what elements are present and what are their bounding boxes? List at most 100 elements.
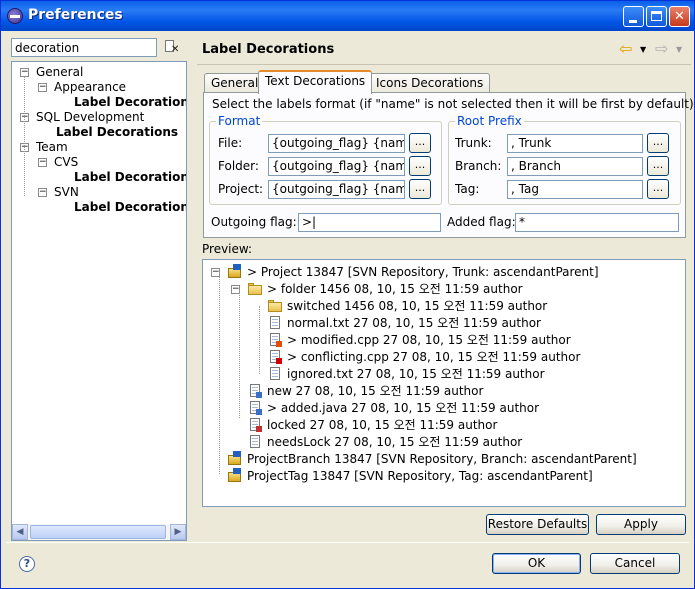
file-locked-icon (247, 417, 263, 433)
file-icon (247, 434, 263, 450)
file-added-icon (247, 400, 263, 416)
scrollbar-thumb[interactable] (30, 525, 166, 539)
project-label: Project: (218, 182, 264, 196)
svn-project-icon (227, 468, 243, 484)
branch-prefix-browse-button[interactable]: ... (647, 156, 669, 176)
preview-row[interactable]: locked 27 08, 10, 15 오전 11:59 author (267, 417, 497, 433)
cancel-button[interactable]: Cancel (590, 553, 680, 574)
preview-row[interactable]: ProjectTag 13847 [SVN Repository, Tag: a… (247, 468, 593, 484)
project-format-browse-button[interactable]: ... (409, 179, 431, 199)
preview-connector (219, 272, 220, 474)
folder-format-browse-button[interactable]: ... (409, 156, 431, 176)
file-icon (267, 366, 283, 382)
page-title: Label Decorations (202, 42, 335, 57)
tab-icons-decorations[interactable]: Icons Decorations (369, 73, 491, 93)
ok-button[interactable]: OK (492, 553, 581, 574)
tab-general[interactable]: General (204, 73, 266, 93)
branch-prefix-field[interactable]: , Branch (507, 157, 643, 176)
back-dropdown-icon[interactable]: ▼ (640, 45, 646, 54)
preview-row[interactable]: > modified.cpp 27 08, 10, 15 오전 11:59 au… (287, 332, 571, 348)
clear-filter-icon[interactable]: ✕ (164, 39, 180, 55)
folder-icon (247, 281, 263, 297)
added-flag-label: Added flag: (447, 215, 516, 229)
tree-item[interactable]: Label Decorations (74, 95, 186, 110)
scroll-left-icon[interactable]: ◀ (12, 524, 28, 540)
preview-connector (259, 306, 260, 374)
root-prefix-group-title: Root Prefix (455, 114, 524, 128)
tag-prefix-field[interactable]: , Tag (507, 180, 643, 199)
preview-row[interactable]: > folder 1456 08, 10, 15 오전 11:59 author (267, 281, 523, 297)
tree-item[interactable]: CVS (54, 155, 78, 170)
tree-connector (24, 76, 25, 196)
format-group: Format File: {outgoing_flag} {name} ... … (209, 114, 442, 205)
maximize-button[interactable] (646, 6, 667, 27)
preview-row[interactable]: needsLock 27 08, 10, 15 오전 11:59 author (267, 434, 522, 450)
close-button[interactable]: ✕ (669, 6, 690, 27)
tree-item[interactable]: Team (36, 140, 68, 155)
file-conflict-icon (267, 349, 283, 365)
minimize-icon (629, 20, 637, 23)
restore-defaults-button[interactable]: Restore Defaults (486, 514, 589, 535)
file-icon (267, 315, 283, 331)
filter-input[interactable] (11, 38, 157, 57)
scroll-right-icon[interactable]: ▶ (170, 524, 186, 540)
file-format-field[interactable]: {outgoing_flag} {name} (268, 134, 405, 153)
text-decorations-panel: Select the labels format (if "name" is n… (203, 92, 695, 238)
window-title: Preferences (28, 7, 123, 23)
apply-button[interactable]: Apply (596, 514, 686, 535)
folder-icon (267, 298, 283, 314)
close-icon: ✕ (674, 9, 685, 24)
tag-prefix-browse-button[interactable]: ... (647, 179, 669, 199)
tree-expander-icon[interactable]: − (38, 158, 47, 167)
svn-project-icon (227, 264, 243, 280)
preview-row[interactable]: new 27 08, 10, 15 오전 11:59 author (267, 383, 483, 399)
tree-expander-icon[interactable]: − (38, 188, 47, 197)
tab-text-decorations[interactable]: Text Decorations (258, 70, 373, 94)
preference-tree[interactable]: ◀ ▶ − General − Appearance Label Decorations… (11, 61, 187, 541)
file-label: File: (218, 136, 243, 150)
file-modified-icon (267, 332, 283, 348)
file-format-browse-button[interactable]: ... (409, 133, 431, 153)
tree-item[interactable]: General (36, 65, 83, 80)
preview-row[interactable]: > added.java 27 08, 10, 15 오전 11:59 auth… (267, 400, 539, 416)
preview-connector (239, 290, 240, 418)
project-format-field[interactable]: {outgoing_flag} {name} (268, 180, 405, 199)
format-group-title: Format (216, 114, 263, 128)
outgoing-flag-field[interactable]: >| (298, 213, 441, 232)
tree-item[interactable]: Appearance (54, 80, 126, 95)
header-divider (197, 64, 691, 65)
tree-item[interactable]: SQL Development (36, 110, 144, 125)
preview-row[interactable]: ProjectBranch 13847 [SVN Repository, Bra… (247, 451, 637, 467)
format-instruction: Select the labels format (if "name" is n… (212, 97, 695, 111)
eclipse-icon (7, 8, 23, 24)
tree-item[interactable]: Label Decorations (74, 200, 186, 215)
help-icon[interactable]: ? (19, 556, 35, 572)
maximize-icon (651, 11, 662, 21)
preview-row[interactable]: > Project 13847 [SVN Repository, Trunk: … (247, 264, 599, 280)
bottom-separator (6, 542, 689, 543)
preview-row[interactable]: > conflicting.cpp 27 08, 10, 15 오전 11:59… (287, 349, 580, 365)
preview-row[interactable]: normal.txt 27 08, 10, 15 오전 11:59 author (287, 315, 541, 331)
preview-tree: − > Project 13847 [SVN Repository, Trunk:… (202, 259, 686, 507)
folder-label: Folder: (218, 159, 259, 173)
title-bar[interactable]: Preferences ✕ (1, 1, 694, 31)
svn-project-icon (227, 451, 243, 467)
added-flag-field[interactable]: * (515, 213, 679, 232)
preferences-window: Preferences ✕ ✕ ◀ ▶ −General−AppearanceL… (0, 0, 695, 589)
tree-expander-icon[interactable]: − (38, 83, 47, 92)
tree-item[interactable]: SVN (54, 185, 79, 200)
preview-row[interactable]: switched 1456 08, 10, 15 오전 11:59 author (287, 298, 547, 314)
minimize-button[interactable] (623, 6, 644, 27)
trunk-prefix-browse-button[interactable]: ... (647, 133, 669, 153)
tree-item[interactable]: Label Decorations (56, 125, 178, 140)
horizontal-scrollbar[interactable]: ◀ ▶ (12, 524, 186, 540)
forward-dropdown-icon[interactable]: ▼ (676, 45, 682, 54)
trunk-label: Trunk: (455, 136, 492, 150)
branch-label: Branch: (455, 159, 502, 173)
trunk-prefix-field[interactable]: , Trunk (507, 134, 643, 153)
outgoing-flag-label: Outgoing flag: (211, 215, 297, 229)
folder-format-field[interactable]: {outgoing_flag} {name} (268, 157, 405, 176)
tree-item[interactable]: Label Decorations (74, 170, 186, 185)
preview-row[interactable]: ignored.txt 27 08, 10, 15 오전 11:59 autho… (287, 366, 545, 382)
file-new-icon (247, 383, 263, 399)
